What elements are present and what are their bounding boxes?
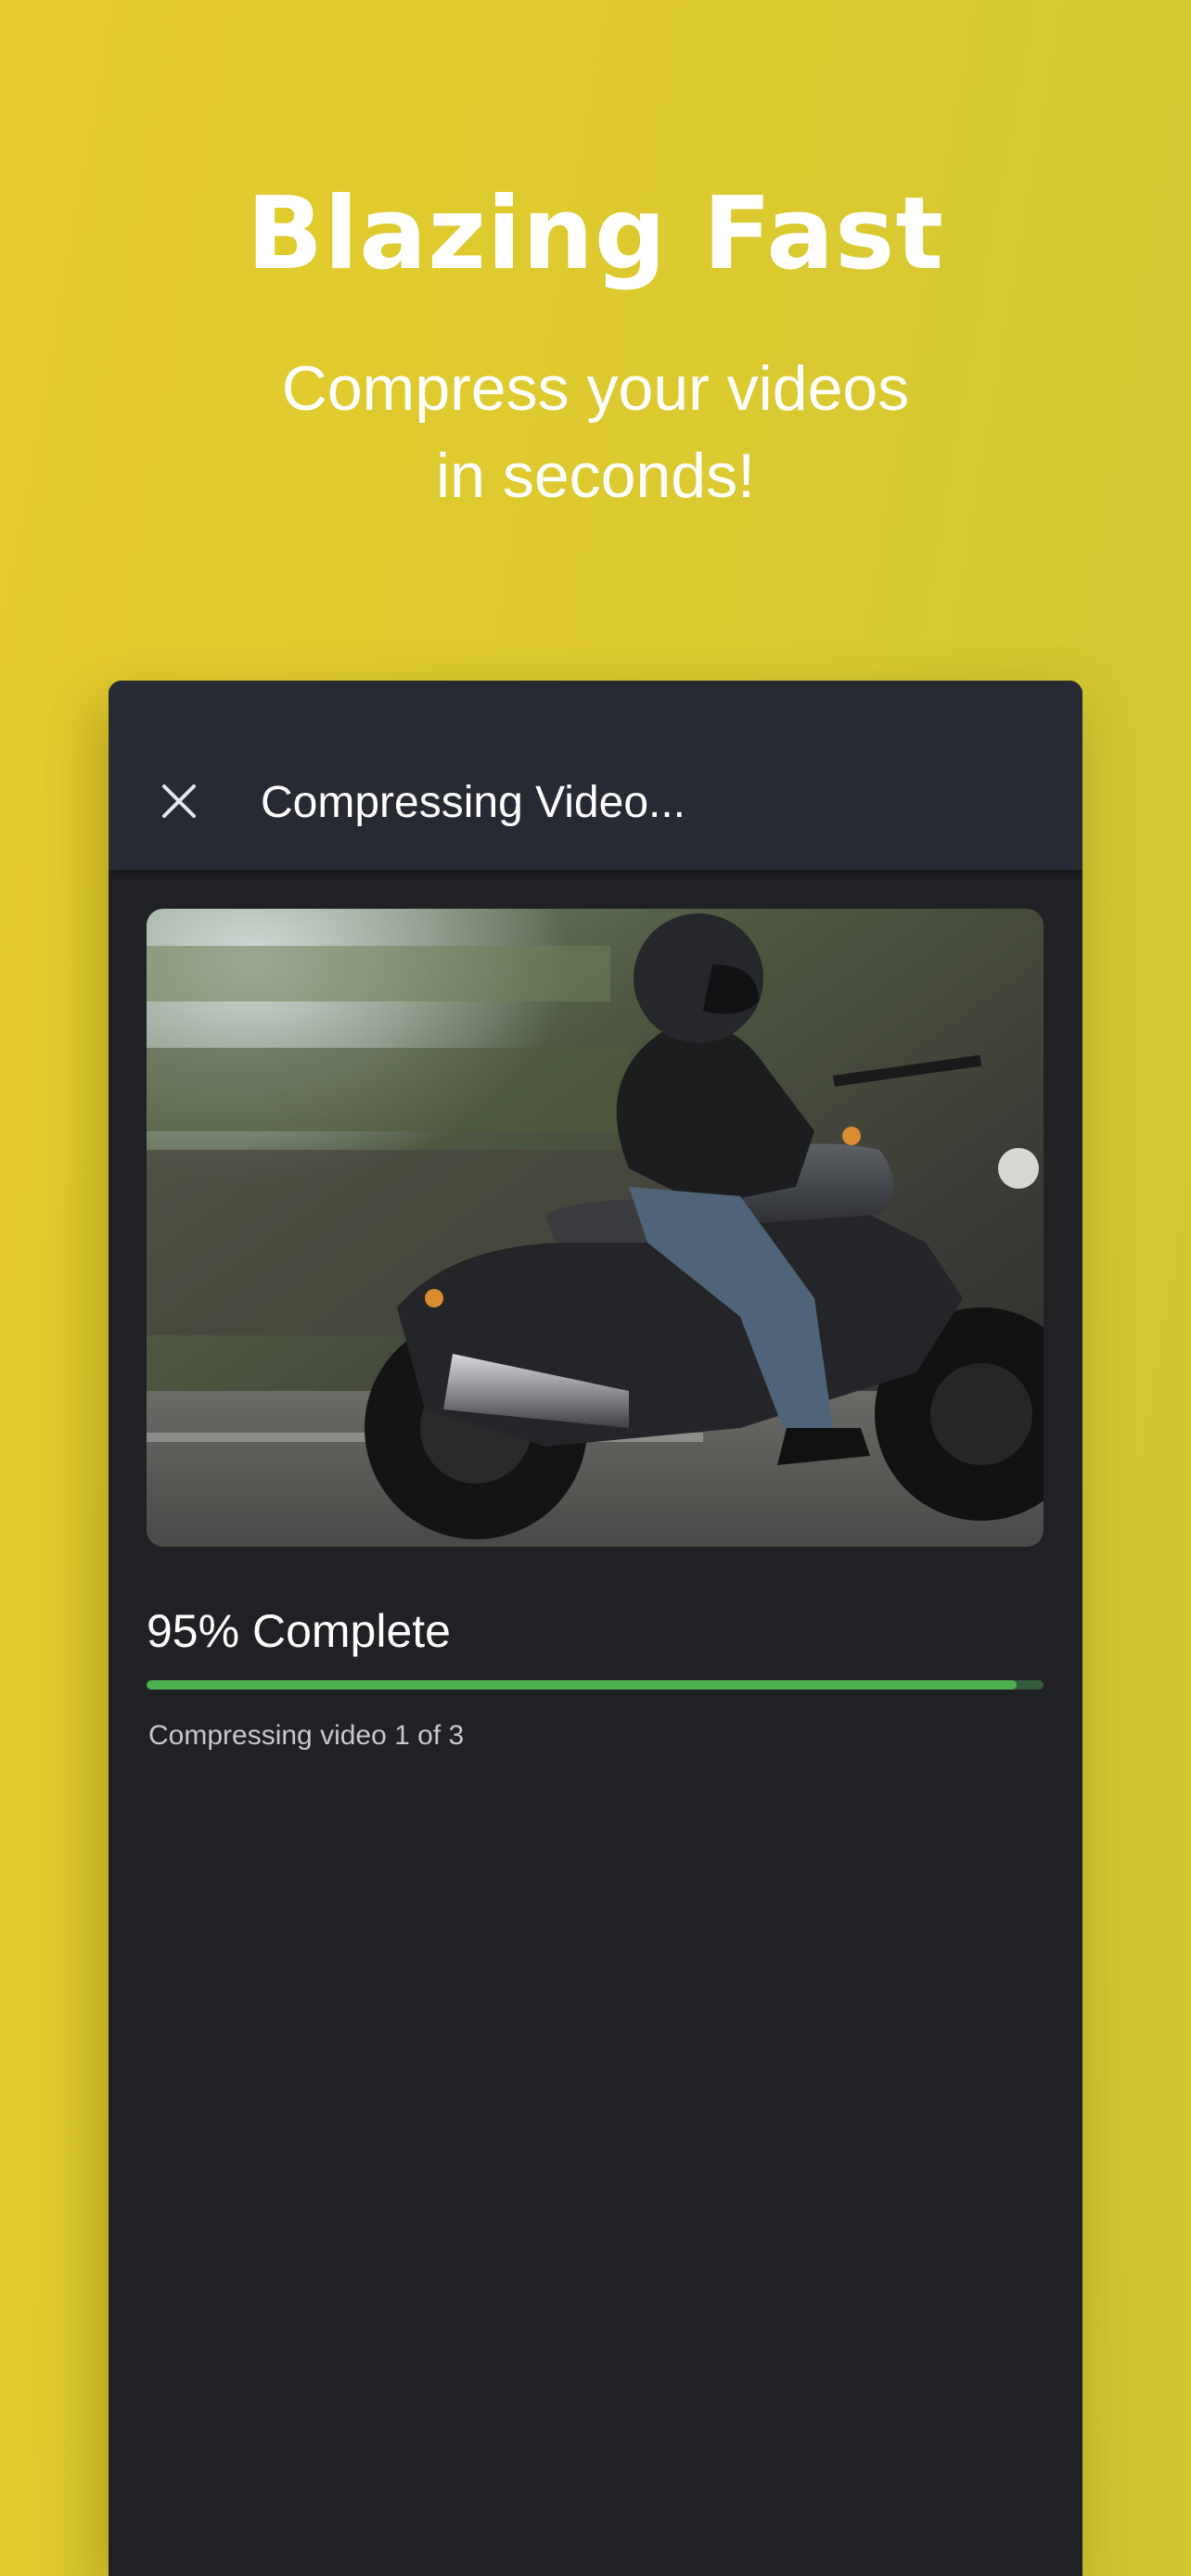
promo-headline: Blazing Fast xyxy=(246,176,945,292)
progress-label: 95% Complete xyxy=(147,1605,451,1657)
phone-screen: Compressing Video... 95% Complete Compre… xyxy=(109,681,1082,2576)
app-bar: Compressing Video... xyxy=(109,681,1082,870)
progress-bar xyxy=(147,1680,1044,1690)
close-button[interactable] xyxy=(149,772,209,831)
promo-subhead-line-2: in seconds! xyxy=(436,440,755,511)
motorcycle-rider-image xyxy=(147,909,1044,1547)
promo-subhead: Compress your videos in seconds! xyxy=(0,345,1191,519)
video-thumbnail xyxy=(147,909,1044,1547)
screen-title: Compressing Video... xyxy=(261,778,686,827)
close-icon xyxy=(162,784,196,818)
promo-subhead-line-1: Compress your videos xyxy=(281,353,910,424)
progress-bar-fill xyxy=(147,1680,1017,1690)
status-text: Compressing video 1 of 3 xyxy=(148,1720,465,1751)
